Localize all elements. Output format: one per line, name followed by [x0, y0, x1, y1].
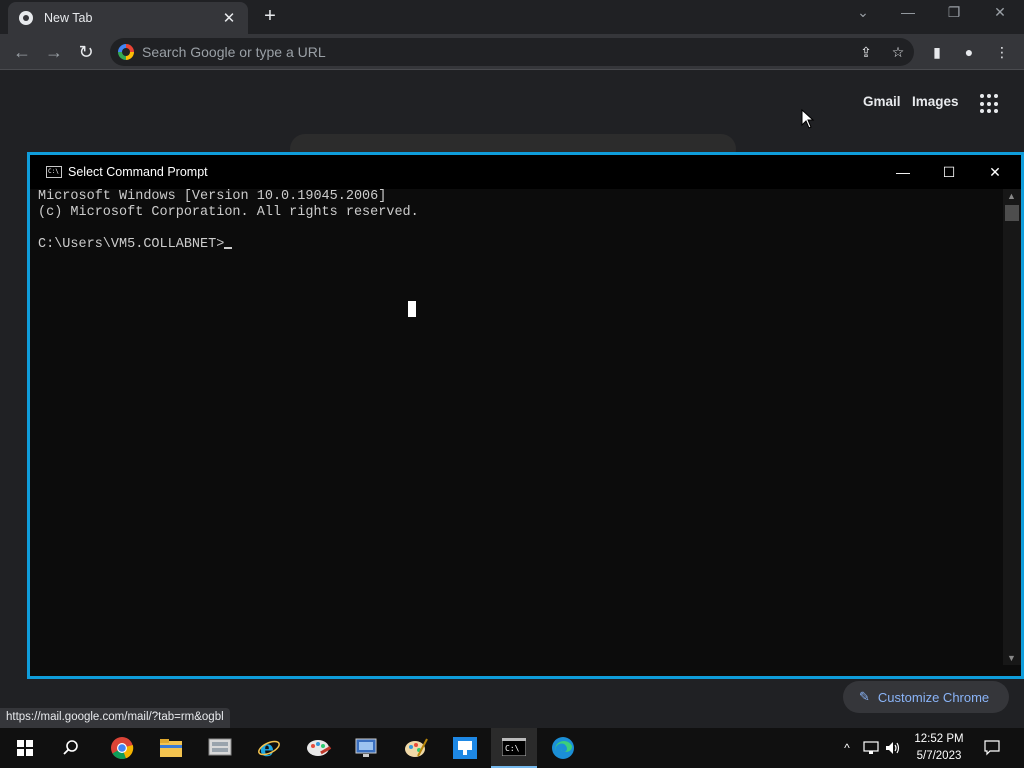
gmail-link[interactable]: Gmail: [863, 94, 901, 109]
cmd-maximize-button[interactable]: ☐: [926, 161, 972, 183]
paint-icon: [307, 740, 332, 756]
side-panel-icon[interactable]: ▮: [925, 40, 949, 64]
tab-title: New Tab: [44, 11, 93, 25]
bookmark-star-icon[interactable]: ☆: [882, 44, 914, 61]
taskbar-file-explorer[interactable]: [148, 728, 194, 768]
images-link[interactable]: Images: [912, 94, 959, 109]
cmd-scrollbar[interactable]: ▲ ▼: [1003, 189, 1021, 665]
windows-logo-icon: [17, 740, 33, 756]
cmd-minimize-button[interactable]: —: [880, 161, 926, 183]
google-icon: [118, 44, 134, 60]
customize-label: Customize Chrome: [877, 689, 990, 705]
clock-time: 12:52 PM: [914, 733, 964, 745]
taskbar-edge[interactable]: [540, 728, 586, 768]
folder-icon: [160, 739, 182, 757]
close-window-button[interactable]: ✕: [982, 4, 1018, 26]
clock-date: 5/7/2023: [916, 750, 962, 762]
network-app-icon: [453, 737, 477, 759]
new-tab-button[interactable]: +: [258, 5, 282, 29]
volume-icon[interactable]: [882, 728, 904, 768]
console-prompt: C:\Users\VM5.COLLABNET>: [38, 237, 225, 252]
forward-icon[interactable]: →: [42, 40, 66, 64]
taskbar-chrome[interactable]: [99, 728, 145, 768]
minimize-button[interactable]: —: [890, 4, 926, 26]
start-button[interactable]: [2, 728, 48, 768]
google-apps-icon[interactable]: [980, 94, 1000, 114]
cmd-close-button[interactable]: ✕: [972, 161, 1018, 183]
search-icon: [63, 740, 78, 755]
cmd-app-icon: C:\: [46, 166, 62, 178]
customize-chrome-button[interactable]: ✎ Customize Chrome: [843, 681, 1009, 713]
scroll-down-icon[interactable]: ▼: [1007, 653, 1016, 663]
console-output[interactable]: Microsoft Windows [Version 10.0.19045.20…: [38, 189, 1000, 665]
console-line: (c) Microsoft Corporation. All rights re…: [38, 205, 419, 220]
chrome-icon: [19, 11, 33, 25]
close-tab-icon[interactable]: ✕: [220, 9, 238, 27]
tab-strip: New Tab ✕ + ⌄ — ❐ ✕: [0, 0, 1024, 34]
scroll-up-icon[interactable]: ▲: [1007, 191, 1016, 201]
internet-explorer-icon: e: [258, 736, 280, 760]
taskbar-internet-explorer[interactable]: e: [246, 728, 292, 768]
server-manager-icon: [208, 738, 232, 756]
edge-icon: [552, 737, 574, 759]
status-bubble-url: https://mail.google.com/mail/?tab=rm&ogb…: [0, 708, 230, 728]
show-hidden-icons-icon[interactable]: ^: [836, 728, 858, 768]
console-line: Microsoft Windows [Version 10.0.19045.20…: [38, 189, 387, 204]
mouse-pointer-icon: [801, 109, 815, 129]
cmd-titlebar[interactable]: C:\ Select Command Prompt — ☐ ✕: [30, 155, 1021, 189]
taskbar-clock[interactable]: 12:52 PM 5/7/2023: [902, 731, 976, 765]
taskbar-command-prompt[interactable]: C:\: [491, 728, 537, 768]
palette-icon: [405, 738, 428, 757]
menu-kebab-icon[interactable]: ⋮: [990, 40, 1014, 64]
network-icon[interactable]: [860, 728, 882, 768]
back-icon[interactable]: ←: [10, 40, 34, 64]
tab-search-icon[interactable]: ⌄: [845, 4, 881, 26]
omnibox[interactable]: Search Google or type a URL ⇪ ☆: [110, 38, 914, 66]
mouse-ibeam-cursor: [408, 301, 416, 317]
svg-text:e: e: [260, 736, 274, 760]
cmd-title: Select Command Prompt: [68, 165, 208, 179]
tab-new-tab[interactable]: New Tab ✕: [8, 2, 248, 34]
console-prompt-line: C:\Users\VM5.COLLABNET>: [38, 237, 1000, 253]
scroll-thumb[interactable]: [1005, 205, 1019, 221]
pencil-icon: ✎: [859, 689, 870, 704]
omnibox-placeholder: Search Google or type a URL: [142, 44, 326, 60]
taskbar-server-manager[interactable]: [197, 728, 243, 768]
notifications-icon[interactable]: [982, 728, 1002, 768]
profile-icon[interactable]: ●: [957, 40, 981, 64]
command-prompt-window[interactable]: C:\ Select Command Prompt — ☐ ✕ Microsof…: [27, 152, 1024, 679]
taskbar-remote-desktop[interactable]: [344, 728, 390, 768]
remote-desktop-icon: [355, 738, 377, 757]
svg-text:C:\: C:\: [505, 744, 520, 753]
taskbar-paint[interactable]: [296, 728, 342, 768]
taskbar-paint-tool[interactable]: [393, 728, 439, 768]
search-button[interactable]: [48, 728, 94, 768]
taskbar-network-app[interactable]: [442, 728, 488, 768]
cmd-icon: C:\: [502, 738, 526, 756]
browser-toolbar: ← → ↻ Search Google or type a URL ⇪ ☆ ▮ …: [0, 34, 1024, 70]
share-icon[interactable]: ⇪: [850, 44, 882, 61]
text-cursor: [224, 247, 233, 249]
restore-button[interactable]: ❐: [936, 4, 972, 26]
chrome-icon: [111, 737, 134, 760]
taskbar: e C:\ ^ 12:52 PM 5/7/2023: [0, 728, 1024, 768]
reload-icon[interactable]: ↻: [74, 40, 98, 64]
